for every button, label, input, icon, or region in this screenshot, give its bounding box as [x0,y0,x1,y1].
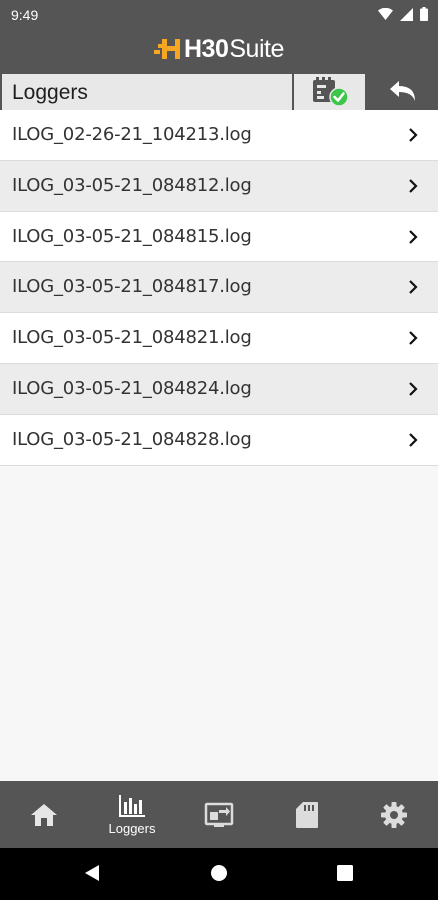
wifi-icon [378,7,393,20]
system-home-icon[interactable] [210,864,228,882]
toolbar: Loggers [0,72,438,110]
status-icons [378,7,428,21]
home-icon [31,803,57,826]
cellular-signal-icon [400,7,413,21]
status-time: 9:49 [11,7,39,23]
chevron-right-icon [409,128,418,142]
list-item[interactable]: ILOG_03-05-21_084828.log [0,414,438,466]
logger-sync-button[interactable] [294,74,365,110]
logo-mark-icon [154,39,180,59]
app-header: 9:49 H30 Suite [0,0,438,72]
app-screen: 9:49 H30 Suite Loggers ILOG_02-26-21_104… [0,0,438,900]
file-name: ILOG_03-05-21_084815.log [12,225,252,247]
chevron-right-icon [409,382,418,396]
battery-icon [420,7,428,21]
device-transfer-icon [204,802,234,827]
list-item[interactable]: ILOG_03-05-21_084821.log [0,313,438,364]
file-name: ILOG_02-26-21_104213.log [12,124,252,145]
list-item[interactable]: ILOG_02-26-21_104213.log [0,110,438,161]
system-back-icon[interactable] [84,864,100,882]
system-recents-icon[interactable] [337,864,353,882]
chevron-right-icon [409,179,418,193]
chevron-right-icon [409,280,418,295]
nav-home[interactable] [0,781,88,848]
list-item[interactable]: ILOG_03-05-21_084815.log [0,211,438,263]
logo-text-light: Suite [229,34,284,63]
status-bar: 9:49 [0,0,438,30]
title-box: Loggers [2,74,292,110]
file-name: ILOG_03-05-21_084817.log [12,276,252,298]
nav-settings[interactable] [350,781,438,848]
chevron-right-icon [409,229,418,244]
file-name: ILOG_03-05-21_084828.log [12,428,252,450]
sd-card-icon [296,801,318,828]
nav-label-loggers: Loggers [108,820,156,836]
chevron-right-icon [409,331,418,345]
nav-loggers[interactable]: Loggers [88,781,176,848]
bar-chart-icon [119,794,145,817]
nav-device-transfer[interactable] [175,781,263,848]
list-item[interactable]: ILOG_03-05-21_084812.log [0,160,438,212]
logger-file-list: ILOG_02-26-21_104213.log ILOG_03-05-21_0… [0,110,438,466]
back-arrow-icon [389,81,415,101]
file-name: ILOG_03-05-21_084812.log [12,174,252,196]
list-item[interactable]: ILOG_03-05-21_084817.log [0,262,438,314]
bottom-nav: Loggers [0,781,438,848]
file-name: ILOG_03-05-21_084824.log [12,377,252,399]
list-item[interactable]: ILOG_03-05-21_084824.log [0,363,438,415]
gear-icon [381,801,407,828]
chevron-right-icon [409,433,418,447]
back-button[interactable] [367,74,438,110]
system-nav-bar [0,848,438,900]
nav-sd-card[interactable] [263,781,351,848]
logo-text-bold: H30 [184,34,229,63]
logger-sync-check-icon [312,77,349,107]
page-title: Loggers [12,81,88,104]
file-name: ILOG_03-05-21_084821.log [12,327,252,349]
h30-suite-logo: H30 Suite [154,34,284,64]
